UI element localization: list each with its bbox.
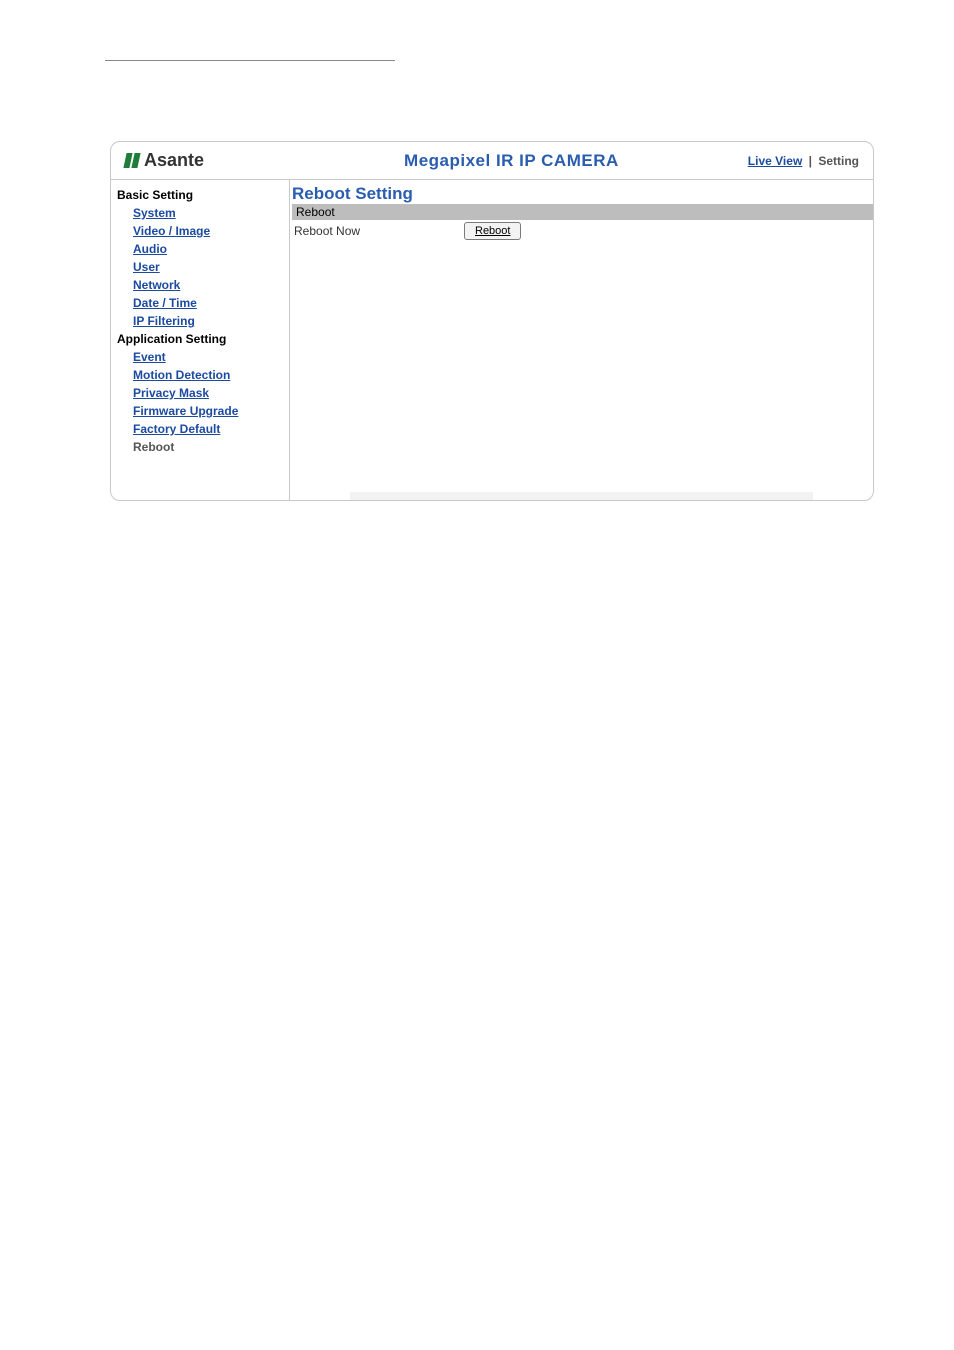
brand-logo: Asante — [125, 150, 275, 171]
sidebar-item-reboot[interactable]: Reboot — [133, 440, 287, 454]
logo-mark-icon — [125, 153, 140, 168]
sidebar-item-date-time[interactable]: Date / Time — [133, 296, 197, 310]
logo-text: Asante — [144, 150, 204, 171]
sidebar-item-privacy-mask[interactable]: Privacy Mask — [133, 386, 209, 400]
settings-panel: Asante Megapixel IR IP CAMERA Live View … — [110, 141, 874, 501]
sidebar-item-event[interactable]: Event — [133, 350, 166, 364]
reboot-row: Reboot Now Reboot — [290, 220, 873, 240]
top-links: Live View | Setting — [748, 154, 859, 168]
sidebar-item-user[interactable]: User — [133, 260, 160, 274]
sidebar-item-ip-filtering[interactable]: IP Filtering — [133, 314, 195, 328]
product-title: Megapixel IR IP CAMERA — [275, 151, 748, 171]
sidebar-nav: Basic Setting System Video / Image Audio… — [111, 180, 289, 500]
top-rule — [105, 60, 395, 61]
sidebar-item-factory-default[interactable]: Factory Default — [133, 422, 220, 436]
page-title: Reboot Setting — [292, 184, 873, 204]
link-separator: | — [809, 154, 812, 168]
sidebar-item-video-image[interactable]: Video / Image — [133, 224, 210, 238]
sidebar-item-audio[interactable]: Audio — [133, 242, 167, 256]
reboot-now-label: Reboot Now — [294, 224, 464, 238]
content-area: Reboot Setting Reboot Reboot Now Reboot — [290, 180, 873, 500]
panel-header: Asante Megapixel IR IP CAMERA Live View … — [111, 142, 873, 180]
sidebar-item-system[interactable]: System — [133, 206, 176, 220]
sidebar-item-motion-detection[interactable]: Motion Detection — [133, 368, 230, 382]
section-bar-reboot: Reboot — [292, 204, 873, 220]
live-view-link[interactable]: Live View — [748, 154, 802, 168]
setting-link-active: Setting — [818, 154, 859, 168]
bottom-shade — [350, 492, 813, 500]
application-setting-heading: Application Setting — [117, 332, 287, 346]
panel-body: Basic Setting System Video / Image Audio… — [111, 180, 873, 500]
sidebar-item-firmware-upgrade[interactable]: Firmware Upgrade — [133, 404, 238, 418]
basic-setting-heading: Basic Setting — [117, 188, 287, 202]
reboot-button[interactable]: Reboot — [464, 222, 521, 240]
sidebar-item-network[interactable]: Network — [133, 278, 180, 292]
